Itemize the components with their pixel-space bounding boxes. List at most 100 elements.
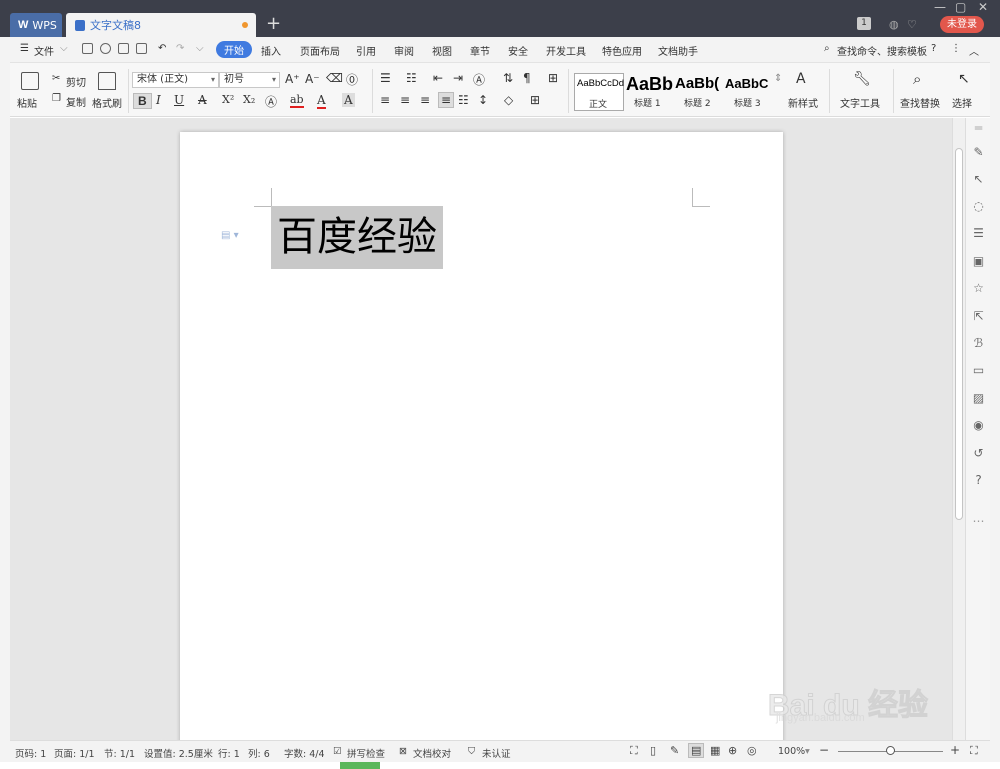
zoom-slider-knob[interactable] (886, 746, 895, 755)
history-icon[interactable]: ↺ (972, 447, 985, 460)
status-page-number[interactable]: 页码: 1 (15, 746, 46, 760)
fullscreen-icon[interactable]: ⛶ (630, 744, 638, 758)
doc-proof-icon[interactable]: ⊠ (399, 746, 407, 757)
adjust-icon[interactable]: ☰ (972, 227, 985, 240)
fit-window-icon[interactable]: ⛶ (970, 744, 978, 758)
select-button[interactable]: 选择 (952, 95, 972, 110)
font-name-select[interactable]: 宋体 (正文) ▾ (132, 72, 219, 88)
clear-format-icon[interactable]: ⌫ (326, 71, 343, 85)
page-view-icon[interactable]: ▤ (688, 743, 705, 758)
superscript-icon[interactable]: X² (222, 93, 234, 106)
not-certified-button[interactable]: 未认证 (482, 746, 511, 760)
help-icon[interactable]: ? (972, 474, 985, 487)
zoom-out-button[interactable]: − (819, 743, 829, 757)
customize-icon[interactable]: ⌵ (196, 43, 204, 54)
show-marks-icon[interactable]: ¶ (523, 71, 531, 85)
new-style-icon[interactable]: A (796, 71, 806, 87)
phonetic-icon[interactable]: ⓪ (346, 71, 358, 88)
paragraph-layout-icon[interactable]: ▤ ▾ (221, 230, 239, 241)
borders-icon[interactable]: ⊞ (530, 93, 540, 107)
line-spacing-icon[interactable]: ↕ (478, 93, 488, 107)
justify-icon[interactable]: ≡ (438, 92, 455, 108)
chevron-down-icon[interactable]: ⌵ (60, 43, 68, 54)
export-pdf-icon[interactable] (100, 43, 111, 54)
subscript-icon[interactable]: X₂ (243, 93, 255, 106)
share-icon[interactable]: ⇱ (972, 310, 985, 323)
style-heading-1[interactable]: AaBb 标题 1 (624, 73, 674, 111)
style-heading-3[interactable]: AaBbC 标题 3 (724, 73, 774, 111)
outline-view-icon[interactable]: ▦ (710, 744, 720, 757)
text-direction-icon[interactable]: Ⓐ (473, 71, 485, 88)
bold-button[interactable]: B (133, 93, 152, 109)
increase-indent-icon[interactable]: ⇥ (453, 71, 463, 85)
style-normal[interactable]: AaBbCcDd 正文 (574, 73, 624, 111)
login-button[interactable]: 未登录 (940, 16, 984, 33)
more-icon[interactable]: ⋮ (951, 43, 961, 54)
more-icon[interactable]: … (972, 512, 985, 525)
tab-doc-assistant[interactable]: 文档助手 (658, 43, 698, 58)
library-icon[interactable]: ▣ (972, 255, 985, 268)
save-icon[interactable] (82, 43, 93, 54)
decrease-indent-icon[interactable]: ⇤ (433, 71, 443, 85)
font-size-select[interactable]: 初号 ▾ (219, 72, 280, 88)
menu-file[interactable]: 文件 (34, 43, 54, 58)
tab-developer[interactable]: 开发工具 (546, 43, 586, 58)
command-search[interactable]: 查找命令、搜索模板 (837, 43, 927, 58)
spell-check-icon[interactable]: ☑ (333, 746, 342, 757)
vertical-scrollbar[interactable] (952, 118, 965, 740)
redo-icon[interactable]: ↷ (176, 43, 184, 54)
help-button[interactable]: ? (931, 43, 936, 54)
char-shading-icon[interactable]: A (342, 93, 355, 107)
pen-icon[interactable]: ✎ (972, 146, 985, 159)
new-tab-button[interactable]: + (266, 14, 281, 34)
distributed-icon[interactable]: ☷ (458, 93, 469, 107)
paste-icon[interactable] (21, 72, 39, 90)
styles-scroll-icon[interactable]: ⇕ (774, 73, 782, 84)
hamburger-icon[interactable]: ☰ (20, 43, 29, 54)
numbered-list-icon[interactable]: ☷ (406, 71, 417, 85)
copy-icon[interactable]: ❐ (52, 93, 61, 104)
grow-font-icon[interactable]: A⁺ (285, 72, 300, 86)
web-view-icon[interactable]: ⊕ (728, 744, 737, 757)
font-color-icon[interactable]: A (317, 93, 326, 109)
new-style-button[interactable]: 新样式 (788, 95, 818, 110)
status-word-count[interactable]: 字数: 4/4 (284, 746, 325, 760)
text-effect-icon[interactable]: Ⓐ (265, 93, 277, 110)
shrink-font-icon[interactable]: A⁻ (305, 72, 320, 86)
align-left-icon[interactable]: ≡ (380, 93, 390, 107)
tab-insert[interactable]: 插入 (261, 43, 281, 58)
sort-icon[interactable]: ⇅ (503, 71, 513, 85)
highlight-icon[interactable]: ab (290, 93, 304, 108)
close-icon[interactable]: ✕ (978, 0, 988, 14)
find-icon[interactable]: ⌕ (913, 70, 921, 88)
eye-protection-icon[interactable]: ◎ (747, 744, 757, 757)
zoom-level[interactable]: 100% (778, 746, 805, 757)
tab-start[interactable]: 开始 (216, 41, 252, 58)
align-right-icon[interactable]: ≡ (420, 93, 430, 107)
tab-document[interactable]: 文字文稿8 (66, 13, 256, 37)
tab-security[interactable]: 安全 (508, 43, 528, 58)
strikethrough-icon[interactable]: A (198, 93, 207, 107)
print-icon[interactable] (118, 43, 129, 54)
doc-proof-button[interactable]: 文档校对 (413, 746, 451, 760)
write-mode-icon[interactable]: ✎ (670, 744, 679, 757)
tab-chapter[interactable]: 章节 (470, 43, 490, 58)
tab-wps[interactable]: W WPS (10, 13, 62, 37)
tab-references[interactable]: 引用 (356, 43, 376, 58)
table-icon[interactable]: ⊞ (548, 71, 558, 85)
underline-button[interactable]: U (174, 93, 184, 107)
maximize-icon[interactable]: ▢ (955, 0, 966, 14)
text-tools-button[interactable]: 文字工具 (840, 95, 880, 110)
scissors-icon[interactable]: ✂ (52, 73, 60, 84)
tab-view[interactable]: 视图 (432, 43, 452, 58)
cursor-icon[interactable]: ↖ (958, 71, 970, 87)
translate-icon[interactable]: ℬ (972, 337, 985, 350)
scrollbar-thumb[interactable] (955, 148, 963, 520)
paste-button[interactable]: 粘贴 (17, 95, 37, 110)
minimize-icon[interactable]: — (934, 0, 946, 14)
find-replace-button[interactable]: 查找替换 (900, 95, 940, 110)
image-icon[interactable]: ▨ (972, 392, 985, 405)
tab-page-layout[interactable]: 页面布局 (300, 43, 340, 58)
selected-document-text[interactable]: 百度经验 (271, 206, 443, 269)
select-icon[interactable]: ↖ (972, 173, 985, 186)
